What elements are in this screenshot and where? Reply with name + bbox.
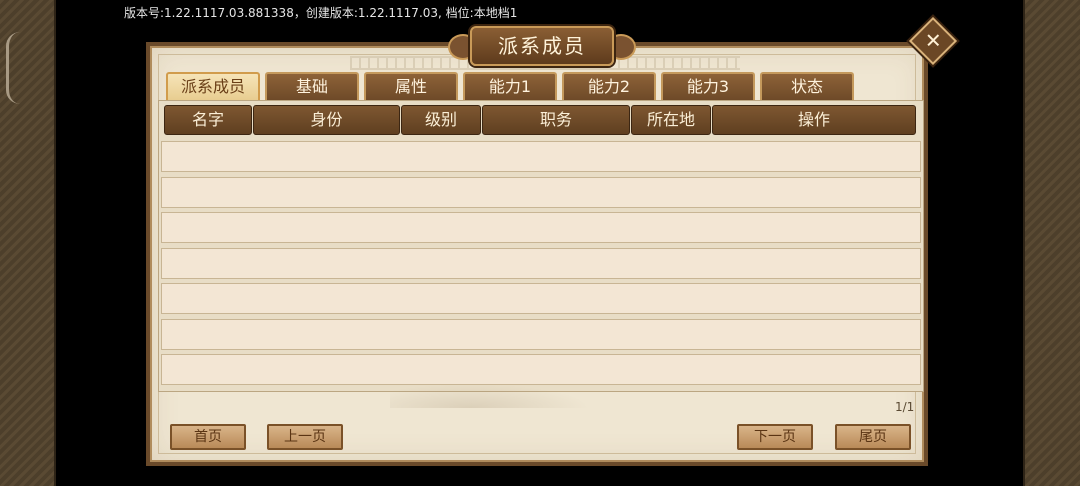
column-header-actions[interactable]: 操作 — [712, 105, 916, 135]
next-page-button[interactable]: 下一页 — [737, 424, 813, 450]
version-info: 版本号:1.22.1117.03.881338，创建版本:1.22.1117.0… — [124, 6, 518, 20]
left-side-panel — [0, 0, 56, 486]
tab-ability-1[interactable]: 能力1 — [463, 72, 557, 100]
column-header-position[interactable]: 职务 — [482, 105, 630, 135]
tab-status[interactable]: 状态 — [760, 72, 854, 100]
right-side-panel — [1023, 0, 1080, 486]
tab-attributes[interactable]: 属性 — [364, 72, 458, 100]
close-x-icon: ✕ — [924, 28, 942, 53]
tab-ability-3[interactable]: 能力3 — [661, 72, 755, 100]
members-table: 名字 身份 级别 职务 所在地 操作 — [158, 100, 924, 392]
ink-landscape-decoration — [390, 384, 590, 408]
left-edge-handle[interactable] — [6, 32, 23, 104]
table-row[interactable] — [161, 354, 921, 385]
table-header: 名字 身份 级别 职务 所在地 操作 — [164, 105, 916, 137]
tab-faction-members[interactable]: 派系成员 — [166, 72, 260, 100]
tab-ability-2[interactable]: 能力2 — [562, 72, 656, 100]
last-page-button[interactable]: 尾页 — [835, 424, 911, 450]
window-title: 派系成员 — [470, 26, 614, 66]
column-header-rank[interactable]: 级别 — [401, 105, 481, 135]
table-row[interactable] — [161, 141, 921, 172]
table-row[interactable] — [161, 319, 921, 350]
column-header-location[interactable]: 所在地 — [631, 105, 711, 135]
tab-basic[interactable]: 基础 — [265, 72, 359, 100]
first-page-button[interactable]: 首页 — [170, 424, 246, 450]
table-row[interactable] — [161, 177, 921, 208]
previous-page-button[interactable]: 上一页 — [267, 424, 343, 450]
column-header-identity[interactable]: 身份 — [253, 105, 400, 135]
table-row[interactable] — [161, 248, 921, 279]
table-row[interactable] — [161, 283, 921, 314]
column-header-name[interactable]: 名字 — [164, 105, 252, 135]
table-row[interactable] — [161, 212, 921, 243]
page-indicator: 1/1 — [895, 400, 915, 414]
